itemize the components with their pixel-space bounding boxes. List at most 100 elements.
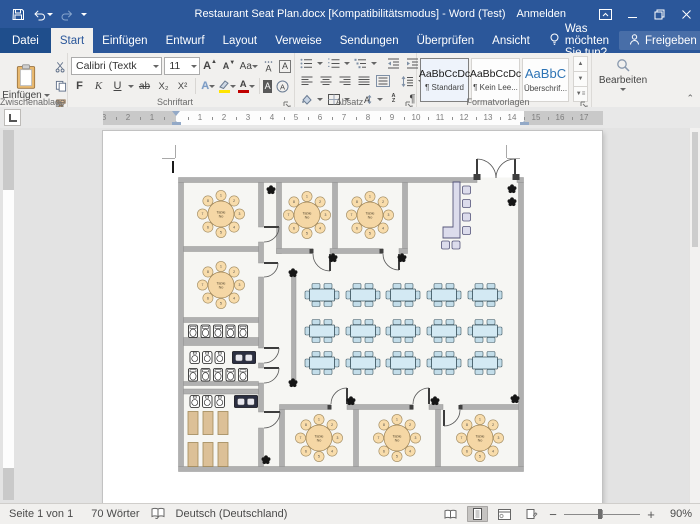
tab-start[interactable]: Start: [51, 28, 93, 53]
redo-button[interactable]: [60, 8, 74, 21]
tab-verweise[interactable]: Verweise: [266, 28, 331, 53]
justify-icon[interactable]: [355, 73, 372, 89]
highlighter-pen-icon: [218, 80, 230, 89]
font-family-combo[interactable]: Calibri (Textk: [71, 57, 162, 75]
bullet-list-icon[interactable]: [298, 55, 315, 71]
tab-entwurf[interactable]: Entwurf: [157, 28, 214, 53]
subscript-button[interactable]: X₂: [155, 78, 172, 94]
numbered-list-icon[interactable]: [325, 55, 342, 71]
sign-in-link[interactable]: Anmelden: [516, 8, 566, 20]
align-right-icon[interactable]: [336, 73, 353, 89]
decrease-indent-icon[interactable]: [385, 55, 402, 71]
undo-button[interactable]: [32, 8, 53, 21]
left-indent-marker[interactable]: [172, 122, 181, 125]
read-mode-icon[interactable]: [440, 506, 461, 522]
ribbon-tab-row: Datei StartEinfügenEntwurfLayoutVerweise…: [0, 28, 700, 53]
superscript-button[interactable]: X²: [174, 78, 191, 94]
character-border-button[interactable]: A: [279, 60, 291, 73]
undo-dropdown-icon[interactable]: [47, 13, 53, 19]
print-layout-icon[interactable]: [467, 506, 488, 522]
word-count[interactable]: 70 Wörter: [82, 508, 148, 520]
italic-button[interactable]: K: [90, 78, 107, 94]
zoom-slider-thumb[interactable]: [598, 509, 602, 519]
clipboard-dialog-launcher-icon[interactable]: [56, 97, 65, 106]
web-layout-icon[interactable]: [494, 506, 515, 522]
styles-dialog-launcher-icon[interactable]: [580, 97, 589, 106]
strikethrough-button[interactable]: ab: [136, 78, 153, 94]
svg-text:1: 1: [479, 418, 481, 422]
font-dialog-launcher-icon[interactable]: [283, 97, 292, 106]
style-card-standard[interactable]: AaBbCcDc ¶ Standard: [420, 58, 469, 102]
bold-button[interactable]: F: [71, 78, 88, 94]
tab-datei[interactable]: Datei: [0, 28, 51, 53]
svg-text:6: 6: [207, 225, 209, 229]
zoom-in-button[interactable]: +: [646, 507, 656, 522]
font-size-combo[interactable]: 11: [164, 57, 199, 75]
minimize-button[interactable]: [619, 0, 646, 28]
underline-dropdown-icon[interactable]: [128, 85, 134, 91]
floor-plan-drawing[interactable]: 12345678TableNo12345678TableNo12345678Ta…: [103, 131, 602, 504]
svg-text:3: 3: [239, 212, 241, 216]
styles-scroll-down-icon[interactable]: ▼: [573, 71, 588, 87]
change-case-button[interactable]: Aa: [240, 58, 259, 74]
clipboard-icon: [14, 64, 38, 90]
scrollbar-thumb[interactable]: [692, 132, 698, 247]
editing-button[interactable]: Bearbeiten: [595, 55, 651, 95]
tell-me-box[interactable]: Was möchten Sie tun?: [539, 28, 619, 53]
line-spacing-icon[interactable]: [399, 73, 416, 89]
character-shading-button[interactable]: A: [263, 80, 272, 93]
close-button[interactable]: [673, 0, 700, 28]
font-color-button[interactable]: A: [238, 78, 255, 94]
wall: [347, 405, 413, 410]
style-card-ueberschrift[interactable]: AaBbC Überschrif...: [522, 58, 569, 102]
svg-text:7: 7: [300, 436, 302, 440]
wall: [259, 183, 264, 228]
document-page[interactable]: 12345678TableNo12345678TableNo12345678Ta…: [103, 131, 602, 504]
align-center-icon[interactable]: [317, 73, 334, 89]
language-indicator[interactable]: Deutsch (Deutschland): [167, 508, 297, 520]
distribute-text-icon[interactable]: [374, 73, 391, 89]
wall: [277, 183, 282, 254]
tab-ansicht[interactable]: Ansicht: [483, 28, 539, 53]
page-indicator[interactable]: Seite 1 von 1: [0, 508, 82, 520]
highlight-button[interactable]: [219, 78, 236, 94]
share-button[interactable]: Freigeben: [619, 31, 700, 50]
text-effects-button[interactable]: A: [200, 78, 217, 94]
tab-stop-selector[interactable]: [4, 109, 21, 126]
styles-scroll-up-icon[interactable]: ▲: [573, 56, 588, 72]
svg-text:3: 3: [415, 436, 417, 440]
customize-qat-icon[interactable]: [81, 13, 87, 19]
tab-sendungen[interactable]: Sendungen: [331, 28, 408, 53]
door-jamb: [410, 405, 414, 410]
right-indent-marker-base[interactable]: [520, 122, 529, 125]
shrink-font-button[interactable]: A▼: [221, 58, 238, 74]
save-icon[interactable]: [12, 8, 25, 21]
zoom-out-button[interactable]: −: [548, 507, 558, 522]
ruler-number: 12: [460, 113, 469, 122]
proofing-icon[interactable]: [149, 507, 167, 522]
tab-einfuegen[interactable]: Einfügen: [93, 28, 156, 53]
wall: [399, 249, 408, 254]
cut-icon[interactable]: [52, 59, 69, 75]
restore-button[interactable]: [646, 0, 673, 28]
tab-layout[interactable]: Layout: [214, 28, 267, 53]
zoom-level[interactable]: 90%: [662, 508, 692, 520]
phonetic-guide-icon[interactable]: A: [260, 58, 277, 74]
tab-ueberpruefen[interactable]: Überprüfen: [408, 28, 484, 53]
paragraph-dialog-launcher-icon[interactable]: [405, 97, 414, 106]
svg-text:2: 2: [319, 200, 321, 204]
multilevel-list-icon[interactable]: [352, 55, 369, 71]
ruler-number: 7: [342, 113, 346, 122]
enclose-characters-icon[interactable]: A: [274, 78, 291, 94]
group-label-font: Schriftart: [68, 97, 282, 107]
grow-font-button[interactable]: A▲: [202, 58, 219, 74]
underline-button[interactable]: U: [109, 78, 126, 94]
collapse-ribbon-icon[interactable]: ⌃: [686, 93, 694, 104]
style-card-kein-leerraum[interactable]: AaBbCcDc ¶ Kein Lee...: [471, 58, 520, 102]
zoom-slider[interactable]: [564, 508, 640, 520]
copy-icon[interactable]: [52, 78, 69, 94]
focus-mode-icon[interactable]: [521, 506, 542, 522]
svg-text:3: 3: [498, 436, 500, 440]
vertical-scrollbar[interactable]: [689, 128, 700, 504]
align-left-icon[interactable]: [298, 73, 315, 89]
